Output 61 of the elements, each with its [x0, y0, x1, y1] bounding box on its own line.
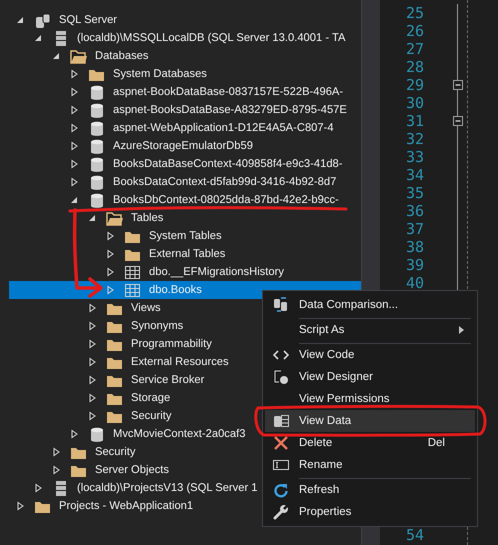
wrench-icon	[272, 503, 290, 521]
tree-item[interactable]: dbo.__EFMigrationsHistory	[9, 263, 361, 281]
line-number: 37	[406, 220, 426, 238]
table-icon	[124, 264, 142, 280]
menu-item[interactable]: Properties	[265, 501, 475, 523]
line-number: 34	[406, 166, 426, 184]
open-folder-icon	[106, 210, 124, 226]
line-number: 28	[406, 58, 426, 76]
menu-item[interactable]: Delete Del	[265, 432, 475, 454]
menu-item[interactable]: View Designer	[265, 366, 475, 388]
database-icon	[88, 174, 106, 190]
line-number: 29	[406, 76, 426, 94]
database-icon	[88, 120, 106, 136]
tree-item[interactable]: Tables	[9, 209, 361, 227]
tree-item[interactable]: AzureStorageEmulatorDb59	[9, 137, 361, 155]
line-number: 33	[406, 148, 426, 166]
database-icon	[88, 192, 106, 208]
menu-item[interactable]: View Code	[265, 344, 475, 366]
table-icon	[124, 282, 142, 298]
tree-item[interactable]: aspnet-WebApplication1-D12E4A5A-C807-4	[9, 119, 361, 137]
line-number: 25	[406, 4, 426, 22]
collapse-icon[interactable]	[453, 116, 463, 126]
menu-item[interactable]: View Permissions	[265, 388, 475, 410]
designer-icon	[272, 368, 290, 386]
line-number: 38	[406, 238, 426, 256]
line-number: 39	[406, 256, 426, 274]
line-number: 40	[406, 274, 426, 292]
collapse-icon[interactable]	[453, 80, 463, 90]
tree-item[interactable]: BooksDbContext-08025dda-87bd-42e2-b9cc-	[9, 191, 361, 209]
refresh-icon	[272, 481, 290, 499]
menu-item[interactable]: View Data	[265, 410, 475, 432]
database-icon	[88, 156, 106, 172]
line-number: 26	[406, 22, 426, 40]
tree-item[interactable]: aspnet-BooksDataBase-A83279ED-8795-457E	[9, 101, 361, 119]
table-data-icon	[272, 412, 290, 430]
database-icon	[88, 138, 106, 154]
compare-icon	[272, 296, 290, 314]
line-number: 30	[406, 94, 426, 112]
open-folder-icon	[70, 48, 88, 64]
delete-icon	[272, 434, 290, 452]
database-icon	[88, 426, 106, 442]
line-number: 32	[406, 130, 426, 148]
server-group-icon	[34, 12, 52, 28]
database-icon	[88, 102, 106, 118]
tree-item[interactable]: BooksDataContext-d5fab99d-3416-4b92-8d7	[9, 173, 361, 191]
tree-item[interactable]: External Tables	[9, 245, 361, 263]
tree-item[interactable]: Databases	[9, 47, 361, 65]
tree-item[interactable]: BooksDataBaseContext-409858f4-e9c3-41d8-	[9, 155, 361, 173]
tree-item[interactable]: System Databases	[9, 65, 361, 83]
line-number: 54	[406, 526, 426, 544]
line-number: 31	[406, 112, 426, 130]
line-number: 27	[406, 40, 426, 58]
database-icon	[88, 84, 106, 100]
line-number: 35	[406, 184, 426, 202]
tree-item[interactable]: aspnet-BookDataBase-0837157E-522B-496A-	[9, 83, 361, 101]
tree-item[interactable]: SQL Server	[9, 11, 361, 29]
tree-item[interactable]: System Tables	[9, 227, 361, 245]
menu-item[interactable]: Refresh	[265, 479, 475, 501]
submenu-arrow-icon	[459, 326, 465, 334]
tree-item[interactable]: (localdb)\MSSQLLocalDB (SQL Server 13.0.4001 - TA	[9, 29, 361, 47]
line-number: 36	[406, 202, 426, 220]
